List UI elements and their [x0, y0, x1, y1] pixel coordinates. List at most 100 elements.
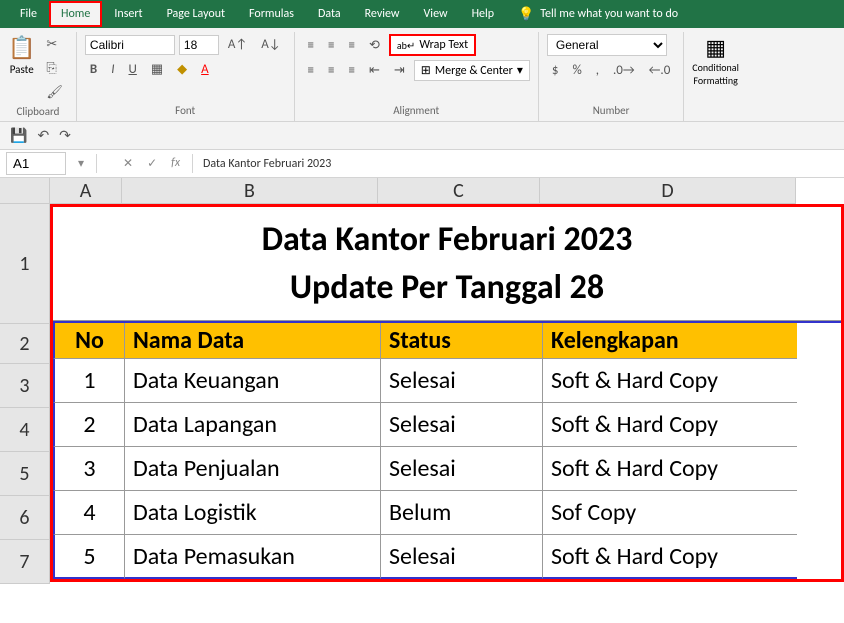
- merge-center-button[interactable]: ⊞ Merge & Center ▾: [414, 60, 530, 81]
- formula-input[interactable]: Data Kantor Februari 2023: [193, 154, 341, 174]
- dropdown-icon[interactable]: ▾: [72, 154, 90, 173]
- increase-indent-button[interactable]: ⇥: [389, 60, 410, 81]
- font-name-select[interactable]: [85, 35, 175, 55]
- paste-button[interactable]: 📋 Paste: [8, 34, 35, 76]
- currency-button[interactable]: $: [547, 60, 564, 81]
- underline-button[interactable]: U: [124, 59, 142, 80]
- number-format-select[interactable]: General: [547, 34, 667, 56]
- group-number: General $ % , .0→ ←.0 Number: [539, 32, 684, 121]
- redo-button[interactable]: ↷: [59, 127, 71, 144]
- header-nama[interactable]: Nama Data: [125, 323, 381, 359]
- tab-view[interactable]: View: [412, 1, 460, 27]
- tell-me-search[interactable]: 💡 Tell me what you want to do: [506, 7, 678, 22]
- align-right-button[interactable]: ≡: [343, 60, 359, 81]
- cell-status[interactable]: Selesai: [381, 447, 543, 491]
- table-row: 4 Data Logistik Belum Sof Copy: [53, 491, 841, 535]
- undo-button[interactable]: ↶: [37, 127, 49, 144]
- fill-color-button[interactable]: ◆: [172, 59, 192, 80]
- copy-button[interactable]: ⎘: [41, 58, 68, 79]
- decrease-indent-button[interactable]: ⇤: [364, 60, 385, 81]
- cell-nama[interactable]: Data Keuangan: [125, 359, 381, 403]
- decrease-decimal-button[interactable]: ←.0: [644, 60, 676, 81]
- tab-formulas[interactable]: Formulas: [237, 1, 306, 27]
- save-button[interactable]: 💾: [10, 127, 27, 144]
- wrap-text-button[interactable]: ab↵ Wrap Text: [389, 34, 476, 56]
- enter-formula-button[interactable]: ✓: [141, 154, 163, 173]
- header-status[interactable]: Status: [381, 323, 543, 359]
- align-left-button[interactable]: ≡: [303, 60, 319, 81]
- align-bottom-button[interactable]: ≡: [343, 35, 359, 56]
- tab-insert[interactable]: Insert: [102, 1, 154, 27]
- tab-data[interactable]: Data: [306, 1, 353, 27]
- tab-page-layout[interactable]: Page Layout: [155, 1, 237, 27]
- header-kelengkapan[interactable]: Kelengkapan: [543, 323, 797, 359]
- formula-bar: ▾ ✕ ✓ fx Data Kantor Februari 2023: [0, 150, 844, 178]
- cell-kel[interactable]: Soft & Hard Copy: [543, 447, 797, 491]
- cell-kel[interactable]: Sof Copy: [543, 491, 797, 535]
- row-header-7[interactable]: 7: [0, 540, 50, 584]
- cell-nama[interactable]: Data Pemasukan: [125, 535, 381, 579]
- font-color-button[interactable]: A: [196, 59, 214, 80]
- col-header-c[interactable]: C: [378, 178, 540, 204]
- cell-status[interactable]: Belum: [381, 491, 543, 535]
- cell-nama[interactable]: Data Penjualan: [125, 447, 381, 491]
- row-header-4[interactable]: 4: [0, 408, 50, 452]
- cell-kel[interactable]: Soft & Hard Copy: [543, 535, 797, 579]
- align-top-button[interactable]: ≡: [303, 35, 319, 56]
- quick-access-toolbar: 💾 ↶ ↷: [0, 122, 844, 150]
- tab-help[interactable]: Help: [460, 1, 507, 27]
- row-header-1[interactable]: 1: [0, 204, 50, 324]
- merge-icon: ⊞: [421, 63, 431, 78]
- cell-no[interactable]: 5: [53, 535, 125, 579]
- title-cell[interactable]: Data Kantor Februari 2023 Update Per Tan…: [53, 207, 841, 321]
- lightbulb-icon: 💡: [518, 7, 534, 22]
- orientation-button[interactable]: ⟲: [364, 35, 385, 56]
- border-button[interactable]: ▦: [146, 59, 168, 80]
- col-header-a[interactable]: A: [50, 178, 122, 204]
- cell-no[interactable]: 3: [53, 447, 125, 491]
- cell-nama[interactable]: Data Lapangan: [125, 403, 381, 447]
- name-box[interactable]: [6, 152, 66, 175]
- cell-status[interactable]: Selesai: [381, 535, 543, 579]
- cell-status[interactable]: Selesai: [381, 403, 543, 447]
- row-header-3[interactable]: 3: [0, 364, 50, 408]
- align-middle-button[interactable]: ≡: [323, 35, 339, 56]
- paste-icon: 📋: [8, 34, 35, 61]
- col-header-b[interactable]: B: [122, 178, 378, 204]
- row-header-5[interactable]: 5: [0, 452, 50, 496]
- cut-button[interactable]: ✂: [41, 34, 68, 55]
- tab-home[interactable]: Home: [49, 1, 102, 27]
- wrap-text-icon: ab↵: [397, 39, 415, 52]
- cell-kel[interactable]: Soft & Hard Copy: [543, 403, 797, 447]
- conditional-formatting-button[interactable]: ▦ Conditional Formatting: [692, 34, 739, 87]
- col-header-d[interactable]: D: [540, 178, 796, 204]
- decrease-font-button[interactable]: A↓: [256, 34, 285, 55]
- percent-button[interactable]: %: [567, 60, 586, 81]
- cell-nama[interactable]: Data Logistik: [125, 491, 381, 535]
- table-header-row: No Nama Data Status Kelengkapan: [53, 321, 841, 359]
- cell-no[interactable]: 4: [53, 491, 125, 535]
- row-header-2[interactable]: 2: [0, 324, 50, 364]
- group-alignment: ≡ ≡ ≡ ⟲ ab↵ Wrap Text ≡ ≡ ≡ ⇤ ⇥ ⊞ Merge …: [295, 32, 539, 121]
- comma-button[interactable]: ,: [591, 60, 604, 81]
- font-size-select[interactable]: [179, 35, 219, 55]
- cell-status[interactable]: Selesai: [381, 359, 543, 403]
- format-painter-button[interactable]: 🖌: [41, 82, 68, 103]
- cancel-formula-button[interactable]: ✕: [117, 154, 139, 173]
- row-header-6[interactable]: 6: [0, 496, 50, 540]
- conditional-formatting-icon: ▦: [705, 34, 726, 61]
- tab-file[interactable]: File: [8, 1, 49, 27]
- bold-button[interactable]: B: [85, 59, 102, 80]
- increase-font-button[interactable]: A↑: [223, 34, 252, 55]
- tab-review[interactable]: Review: [353, 1, 412, 27]
- alignment-label: Alignment: [303, 102, 530, 121]
- select-all-corner[interactable]: [0, 178, 50, 204]
- cell-no[interactable]: 1: [53, 359, 125, 403]
- increase-decimal-button[interactable]: .0→: [608, 60, 640, 81]
- cell-kel[interactable]: Soft & Hard Copy: [543, 359, 797, 403]
- fx-button[interactable]: fx: [165, 154, 186, 173]
- header-no[interactable]: No: [53, 323, 125, 359]
- cell-no[interactable]: 2: [53, 403, 125, 447]
- italic-button[interactable]: I: [106, 59, 119, 80]
- align-center-button[interactable]: ≡: [323, 60, 339, 81]
